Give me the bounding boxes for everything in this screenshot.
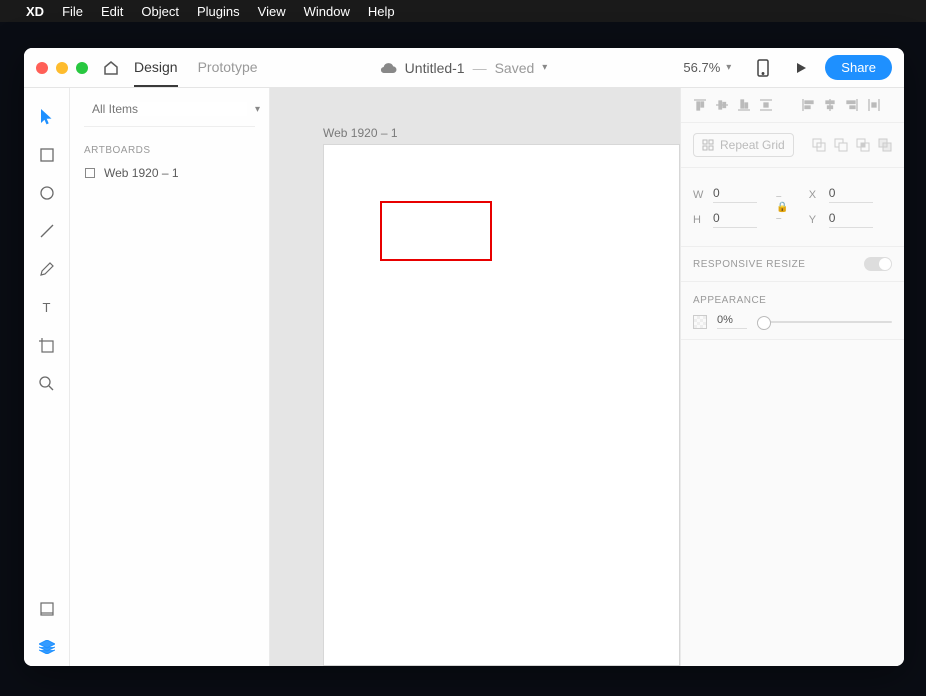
boolean-exclude-icon[interactable] — [878, 138, 892, 152]
responsive-toggle[interactable] — [864, 257, 892, 271]
text-tool[interactable]: T — [24, 288, 70, 326]
mode-tabs: Design Prototype — [134, 49, 258, 86]
share-button[interactable]: Share — [825, 55, 892, 80]
app-body: T ▾ Artboards Web 1920 – 1 Web 1920 – 1 — [24, 88, 904, 666]
svg-text:T: T — [43, 301, 51, 314]
h-label: H — [693, 214, 707, 226]
lock-aspect-icon[interactable]: ⎯🔒⎯ — [776, 191, 788, 224]
x-label: X — [809, 189, 823, 201]
distribute-v-icon[interactable] — [759, 98, 773, 112]
document-status: Saved — [495, 60, 535, 76]
opacity-icon — [693, 315, 707, 329]
height-input[interactable]: 0 — [713, 211, 757, 228]
y-input[interactable]: 0 — [829, 211, 873, 228]
responsive-resize-row: Responsive Resize — [681, 247, 904, 282]
properties-panel: Repeat Grid W0 H0 ⎯🔒⎯ — [680, 88, 904, 666]
artboard-label[interactable]: Web 1920 – 1 — [323, 126, 398, 140]
menu-edit[interactable]: Edit — [101, 4, 123, 19]
boolean-intersect-icon[interactable] — [856, 138, 870, 152]
align-horizontal-set — [693, 98, 773, 112]
artboard[interactable] — [323, 144, 680, 666]
width-input[interactable]: 0 — [713, 186, 757, 203]
w-label: W — [693, 189, 707, 201]
assets-panel-toggle[interactable] — [24, 590, 70, 628]
layers-panel: ▾ Artboards Web 1920 – 1 — [70, 88, 270, 666]
cloud-icon — [381, 62, 397, 73]
topbar-right: 56.7% ▾ Share — [675, 54, 892, 82]
close-window[interactable] — [36, 62, 48, 74]
system-menubar: XD File Edit Object Plugins View Window … — [0, 0, 926, 22]
repeat-grid-label: Repeat Grid — [720, 138, 785, 152]
appearance-label: Appearance — [693, 295, 766, 306]
maximize-window[interactable] — [76, 62, 88, 74]
opacity-slider[interactable] — [757, 321, 892, 323]
separator: — — [473, 60, 487, 76]
layer-artboard-row[interactable]: Web 1920 – 1 — [84, 166, 255, 180]
layer-label: Web 1920 – 1 — [104, 166, 179, 180]
repeat-grid-row: Repeat Grid — [681, 123, 904, 168]
boolean-add-icon[interactable] — [812, 138, 826, 152]
pen-tool[interactable] — [24, 250, 70, 288]
zoom-value: 56.7% — [683, 60, 720, 75]
home-button[interactable] — [102, 59, 120, 77]
chevron-down-icon[interactable]: ▾ — [255, 104, 260, 115]
align-vcenter-icon[interactable] — [715, 98, 729, 112]
tool-rail: T — [24, 88, 70, 666]
menu-window[interactable]: Window — [304, 4, 350, 19]
zoom-tool[interactable] — [24, 364, 70, 402]
chevron-down-icon: ▾ — [542, 62, 547, 73]
repeat-grid-icon — [702, 139, 714, 151]
menu-object[interactable]: Object — [141, 4, 179, 19]
y-label: Y — [809, 214, 823, 226]
topbar: Design Prototype Untitled-1 — Saved ▾ 56… — [24, 48, 904, 88]
responsive-label: Responsive Resize — [693, 259, 805, 270]
menu-view[interactable]: View — [258, 4, 286, 19]
canvas[interactable]: Web 1920 – 1 — [270, 88, 680, 666]
layer-search[interactable]: ▾ — [84, 96, 255, 127]
align-right-icon[interactable] — [845, 98, 859, 112]
align-bottom-icon[interactable] — [737, 98, 751, 112]
appearance-row: Appearance 0% — [681, 282, 904, 340]
zoom-control[interactable]: 56.7% ▾ — [675, 56, 739, 79]
opacity-input[interactable]: 0% — [717, 314, 747, 329]
artboards-heading: Artboards — [84, 145, 255, 156]
x-input[interactable]: 0 — [829, 186, 873, 203]
menu-help[interactable]: Help — [368, 4, 395, 19]
artboard-tool[interactable] — [24, 326, 70, 364]
line-tool[interactable] — [24, 212, 70, 250]
boolean-ops — [812, 138, 892, 152]
rectangle-shape[interactable] — [380, 201, 492, 261]
artboard-icon — [84, 167, 96, 179]
ellipse-tool[interactable] — [24, 174, 70, 212]
play-preview-button[interactable] — [787, 54, 815, 82]
tab-design[interactable]: Design — [134, 49, 178, 87]
menu-file[interactable]: File — [62, 4, 83, 19]
select-tool[interactable] — [24, 98, 70, 136]
repeat-grid-button[interactable]: Repeat Grid — [693, 133, 794, 157]
align-vertical-set — [801, 98, 881, 112]
app-window: Design Prototype Untitled-1 — Saved ▾ 56… — [24, 48, 904, 666]
document-title: Untitled-1 — [405, 60, 465, 76]
align-hcenter-icon[interactable] — [823, 98, 837, 112]
menu-plugins[interactable]: Plugins — [197, 4, 240, 19]
boolean-subtract-icon[interactable] — [834, 138, 848, 152]
align-left-icon[interactable] — [801, 98, 815, 112]
distribute-h-icon[interactable] — [867, 98, 881, 112]
app-name[interactable]: XD — [26, 4, 44, 19]
search-input[interactable] — [92, 102, 247, 116]
rectangle-tool[interactable] — [24, 136, 70, 174]
alignment-row — [681, 88, 904, 123]
device-preview-button[interactable] — [749, 54, 777, 82]
tab-prototype[interactable]: Prototype — [198, 49, 258, 86]
align-top-icon[interactable] — [693, 98, 707, 112]
chevron-down-icon: ▾ — [726, 62, 731, 73]
minimize-window[interactable] — [56, 62, 68, 74]
document-title-group[interactable]: Untitled-1 — Saved ▾ — [381, 60, 548, 76]
transform-row: W0 H0 ⎯🔒⎯ X0 Y0 — [681, 168, 904, 247]
window-controls — [36, 62, 88, 74]
layers-panel-toggle[interactable] — [24, 628, 70, 666]
